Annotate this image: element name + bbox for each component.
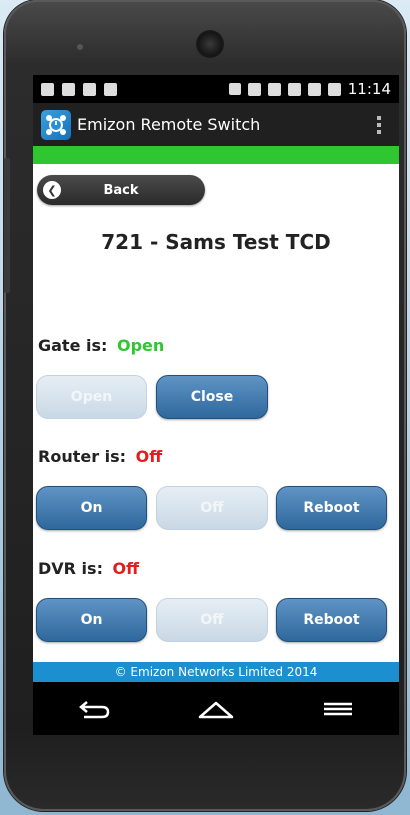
app-bar: Emizon Remote Switch — [33, 103, 399, 146]
android-icon — [104, 82, 117, 96]
home-nav-icon[interactable] — [191, 694, 241, 724]
router-reboot-button[interactable]: Reboot — [276, 486, 387, 530]
router-label: Router is: — [38, 447, 127, 466]
sim2-icon — [287, 82, 301, 96]
signal-icon — [307, 82, 321, 96]
android-nav-bar — [33, 682, 399, 735]
phone-frame: 11:14 Emizon Remote Switch ❮ Back 721 - … — [4, 0, 406, 811]
page-title: 721 - Sams Test TCD — [101, 230, 331, 254]
router-on-button[interactable]: On — [36, 486, 147, 530]
volume-icon — [247, 82, 261, 96]
gate-close-button[interactable]: Close — [156, 375, 268, 419]
back-button-label: Back — [103, 182, 139, 198]
menu-nav-icon[interactable] — [313, 694, 363, 724]
dvr-label: DVR is: — [38, 559, 103, 578]
battery-icon — [327, 82, 341, 96]
status-time: 11:14 — [347, 80, 391, 98]
sim-icon — [41, 82, 54, 96]
image-icon — [62, 82, 75, 96]
app-logo-icon — [41, 109, 71, 140]
dvr-status-value: Off — [112, 559, 140, 578]
gate-status-row: Gate is: Open — [38, 336, 164, 355]
wifi-icon — [267, 82, 281, 96]
front-camera — [196, 30, 224, 58]
dvr-reboot-button[interactable]: Reboot — [276, 598, 387, 642]
proximity-sensor — [77, 44, 83, 50]
lg-icon — [83, 82, 96, 96]
green-status-strip — [33, 146, 399, 164]
back-nav-icon[interactable] — [69, 694, 119, 724]
status-bar: 11:14 — [33, 75, 399, 103]
gate-label: Gate is: — [38, 336, 108, 355]
overflow-menu-icon[interactable] — [377, 115, 381, 134]
nfc-icon — [228, 83, 241, 95]
router-off-button[interactable]: Off — [156, 486, 268, 530]
screen: 11:14 Emizon Remote Switch ❮ Back 721 - … — [33, 75, 399, 735]
main-content: ❮ Back 721 - Sams Test TCD Gate is: Open… — [33, 164, 399, 684]
back-button[interactable]: ❮ Back — [37, 175, 205, 205]
gate-open-button[interactable]: Open — [36, 375, 147, 419]
footer-copyright: © Emizon Networks Limited 2014 — [33, 662, 399, 682]
dvr-status-row: DVR is: Off — [38, 559, 139, 578]
dvr-on-button[interactable]: On — [36, 598, 147, 642]
app-title: Emizon Remote Switch — [77, 115, 261, 134]
side-button — [4, 158, 10, 293]
dvr-off-button[interactable]: Off — [156, 598, 268, 642]
gate-status-value: Open — [116, 336, 165, 355]
router-status-row: Router is: Off — [38, 447, 162, 466]
router-status-value: Off — [135, 447, 163, 466]
